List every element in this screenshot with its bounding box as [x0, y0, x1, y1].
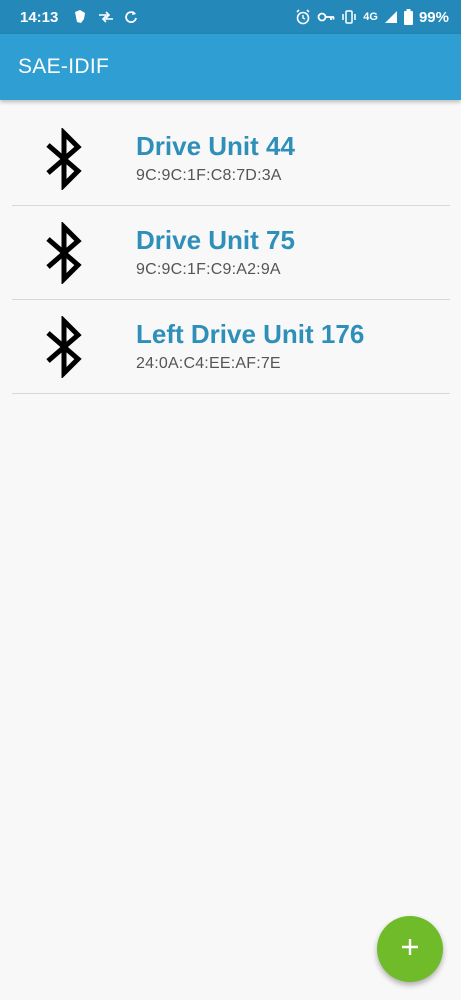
sync-icon	[124, 10, 138, 24]
device-address: 9C:9C:1F:C9:A2:9A	[136, 260, 281, 278]
device-name: Drive Unit 75	[136, 224, 295, 255]
device-name: Left Drive Unit 176	[136, 318, 365, 349]
app-bar: SAE-IDIF	[0, 34, 461, 100]
plus-icon	[400, 937, 420, 962]
vibrate-icon	[341, 9, 357, 25]
bluetooth-icon	[14, 112, 114, 206]
bluetooth-icon	[14, 206, 114, 300]
device-item[interactable]: Left Drive Unit 176 24:0A:C4:EE:AF:7E	[12, 300, 450, 394]
bluetooth-icon	[14, 300, 114, 394]
app-title: SAE-IDIF	[18, 55, 110, 78]
status-time: 14:13	[20, 8, 59, 26]
device-address: 9C:9C:1F:C8:7D:3A	[136, 166, 282, 184]
device-list: Drive Unit 44 9C:9C:1F:C8:7D:3A Drive Un…	[12, 112, 450, 394]
data-transfer-icon	[98, 10, 114, 24]
network-type: 4G	[363, 11, 378, 23]
device-item[interactable]: Drive Unit 75 9C:9C:1F:C9:A2:9A	[12, 206, 450, 300]
battery-percent: 99%	[418, 8, 449, 26]
device-address: 24:0A:C4:EE:AF:7E	[136, 354, 281, 372]
vpn-key-icon	[317, 11, 335, 23]
signal-icon	[384, 10, 398, 24]
device-item[interactable]: Drive Unit 44 9C:9C:1F:C8:7D:3A	[12, 112, 450, 206]
battery-icon	[403, 9, 413, 25]
status-bar: 14:13 4G 99%	[0, 0, 461, 34]
notification-icon	[72, 9, 88, 25]
device-name: Drive Unit 44	[136, 130, 295, 161]
add-device-button[interactable]	[377, 916, 443, 982]
alarm-icon	[295, 9, 311, 25]
